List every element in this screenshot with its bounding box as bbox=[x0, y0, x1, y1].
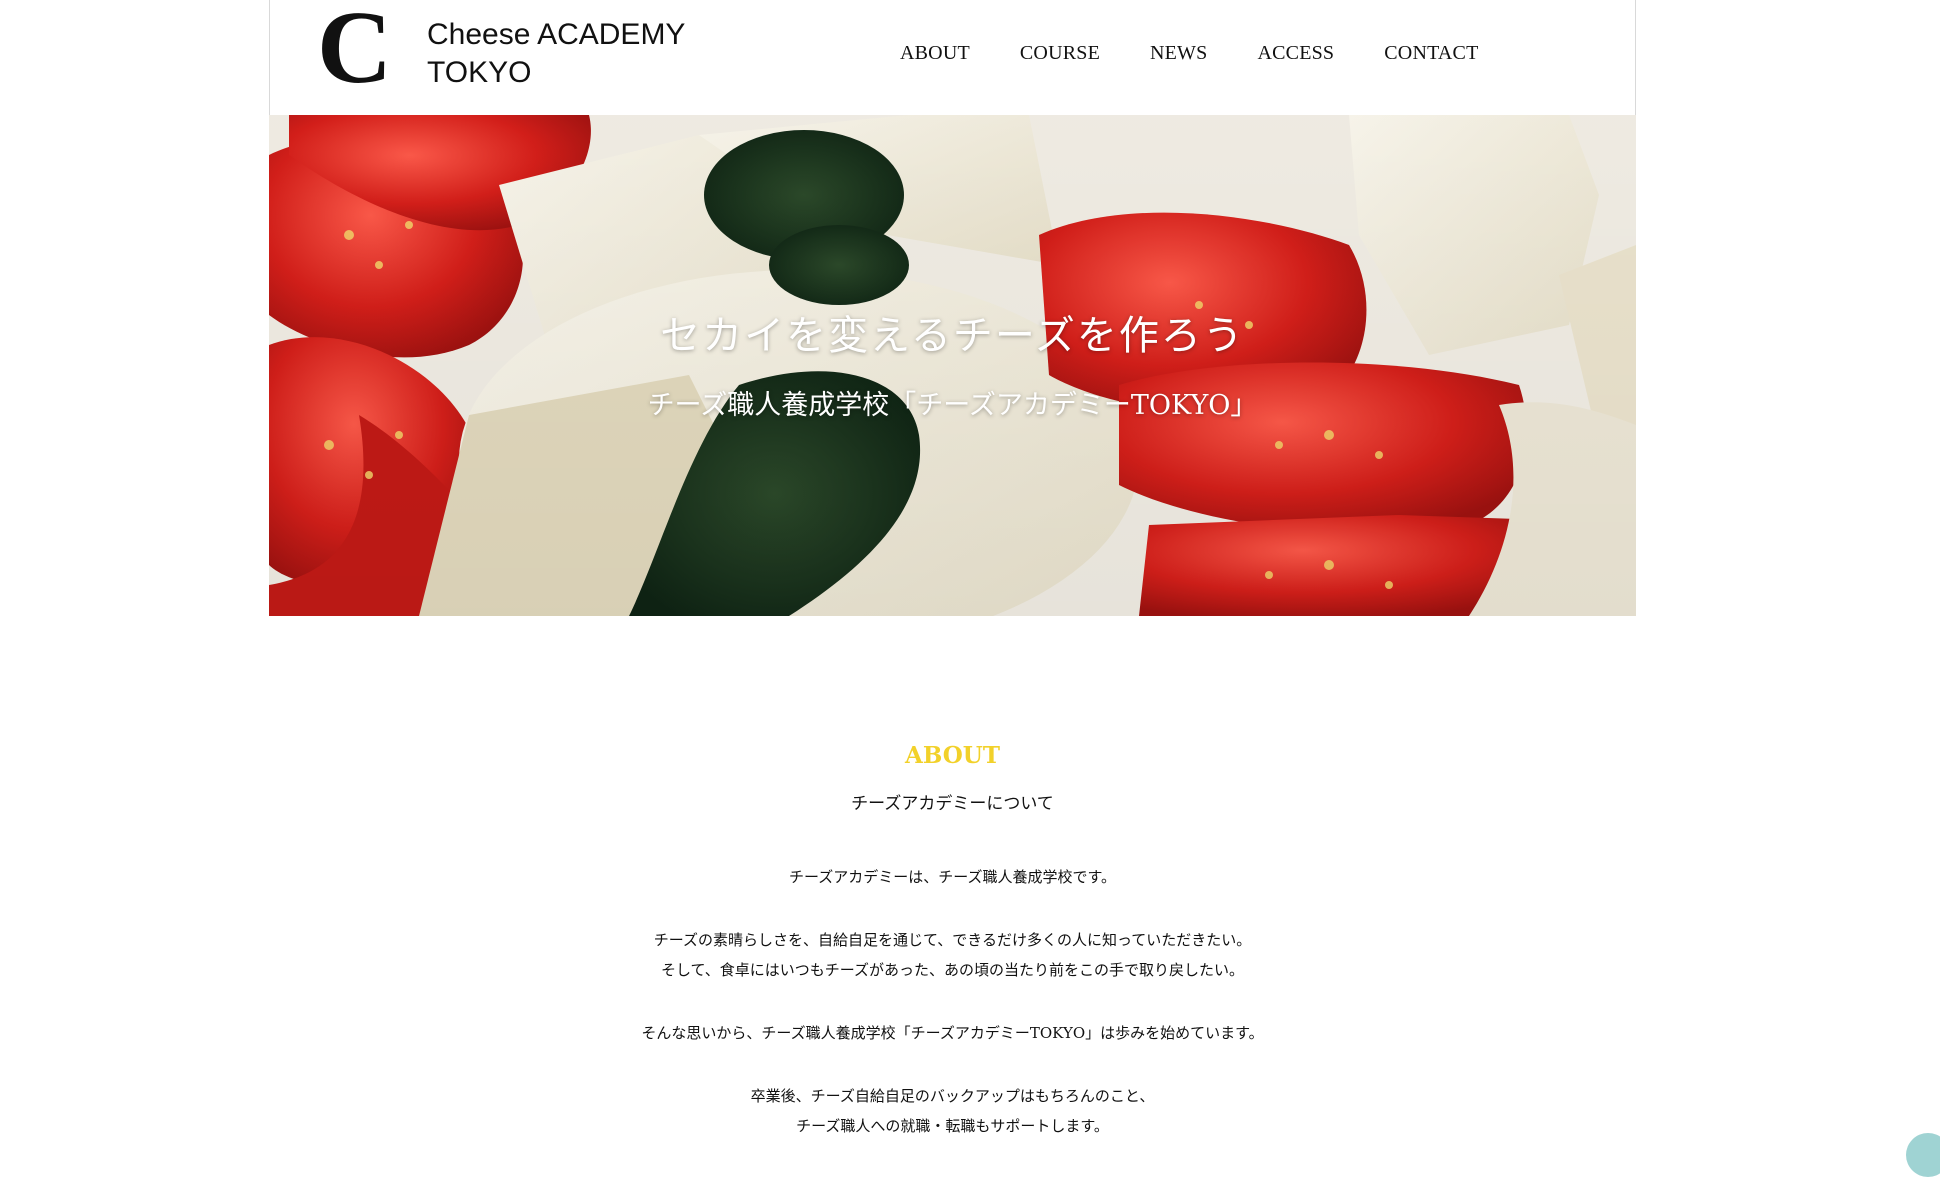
about-line: 卒業後、チーズ自給自足のバックアップはもちろんのこと、 bbox=[750, 1087, 1155, 1105]
hero-title: セカイを変えるチーズを作ろう bbox=[660, 313, 1245, 359]
about-line: チーズ職人への就職・転職もサポートします。 bbox=[796, 1117, 1109, 1135]
main-nav: ABOUT COURSE NEWS ACCESS CONTACT bbox=[900, 42, 1479, 65]
site-header: C Cheese ACADEMY TOKYO ABOUT COURSE NEWS… bbox=[269, 0, 1636, 115]
about-paragraph: チーズアカデミーは、チーズ職人養成学校です。 bbox=[269, 862, 1636, 892]
about-subheading: チーズアカデミーについて bbox=[851, 794, 1054, 814]
about-paragraph: チーズの素晴らしさを、自給自足を通じて、できるだけ多くの人に知っていただきたい。… bbox=[269, 925, 1636, 985]
hero-banner: セカイを変えるチーズを作ろう チーズ職人養成学校「チーズアカデミーTOKYO」 bbox=[269, 115, 1636, 616]
nav-course[interactable]: COURSE bbox=[1020, 42, 1100, 65]
logo-text[interactable]: Cheese ACADEMY TOKYO bbox=[427, 16, 685, 92]
nav-access[interactable]: ACCESS bbox=[1257, 42, 1334, 65]
hero-subtitle: チーズ職人養成学校「チーズアカデミーTOKYO」 bbox=[647, 390, 1258, 421]
logo-line-2: TOKYO bbox=[427, 56, 532, 89]
logo-mark[interactable]: C bbox=[317, 0, 392, 100]
nav-about[interactable]: ABOUT bbox=[900, 42, 970, 65]
scroll-top-icon[interactable] bbox=[1906, 1133, 1940, 1177]
about-body: チーズアカデミーは、チーズ職人養成学校です。 チーズの素晴らしさを、自給自足を通… bbox=[269, 862, 1636, 1141]
nav-news[interactable]: NEWS bbox=[1150, 42, 1207, 65]
about-section: ABOUT チーズアカデミーについて チーズアカデミーは、チーズ職人養成学校です… bbox=[269, 616, 1636, 1174]
about-heading: ABOUT bbox=[905, 742, 1000, 769]
logo-line-1: Cheese ACADEMY bbox=[427, 18, 686, 51]
about-line: そんな思いから、チーズ職人養成学校「チーズアカデミーTOKYO」は歩みを始めてい… bbox=[641, 1024, 1264, 1042]
about-line: チーズアカデミーは、チーズ職人養成学校です。 bbox=[788, 868, 1116, 886]
page-frame: C Cheese ACADEMY TOKYO ABOUT COURSE NEWS… bbox=[269, 0, 1636, 1181]
about-line: チーズの素晴らしさを、自給自足を通じて、できるだけ多くの人に知っていただきたい。 bbox=[653, 931, 1252, 949]
about-line: そして、食卓にはいつもチーズがあった、あの頃の当たり前をこの手で取り戻したい。 bbox=[660, 961, 1245, 979]
hero-image bbox=[269, 115, 1636, 616]
nav-contact[interactable]: CONTACT bbox=[1384, 42, 1478, 65]
about-paragraph: そんな思いから、チーズ職人養成学校「チーズアカデミーTOKYO」は歩みを始めてい… bbox=[269, 1018, 1636, 1048]
about-paragraph: 卒業後、チーズ自給自足のバックアップはもちろんのこと、 チーズ職人への就職・転職… bbox=[269, 1081, 1636, 1141]
